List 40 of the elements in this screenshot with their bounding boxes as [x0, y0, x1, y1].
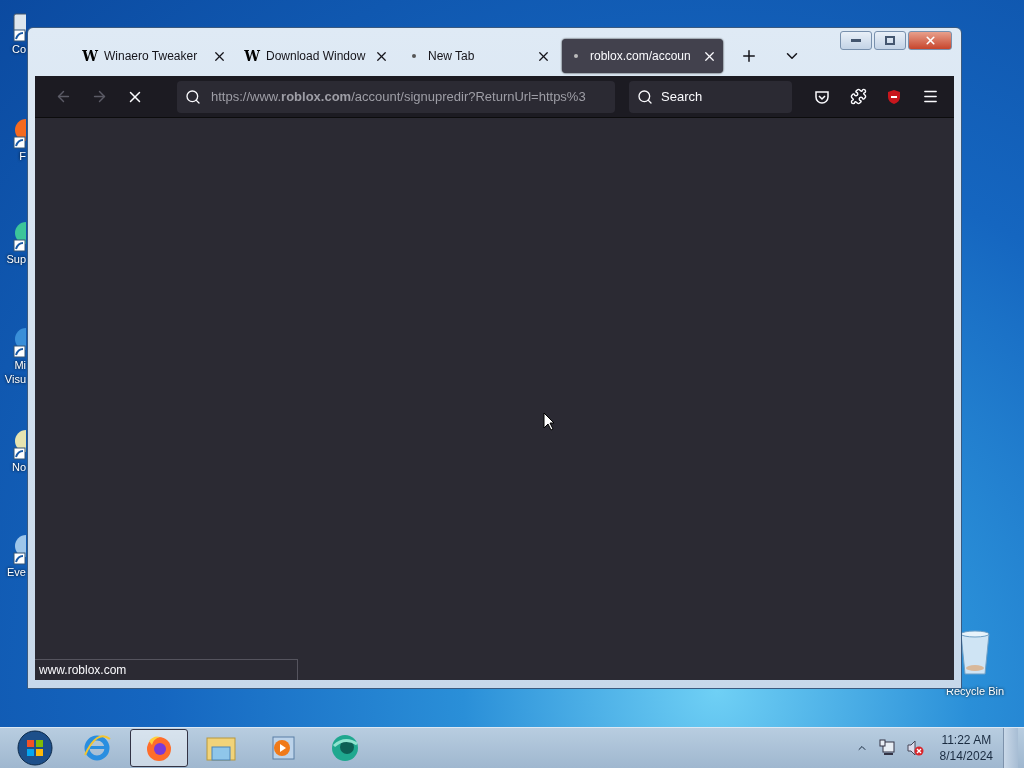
network-icon[interactable]	[877, 739, 896, 757]
close-icon	[923, 34, 937, 47]
tab-title: Winaero Tweaker	[104, 49, 199, 63]
close-button[interactable]	[908, 31, 952, 50]
minimize-icon	[851, 38, 861, 43]
icon-label: Mi	[14, 358, 26, 372]
search-icon	[637, 88, 653, 105]
tab-favicon: W	[244, 48, 260, 64]
search-icon	[185, 88, 201, 105]
taskbar-button[interactable]	[130, 729, 188, 767]
tab-title: New Tab	[428, 49, 476, 63]
address-field[interactable]: https://www.roblox.com/account/signupredir?ReturnUrl=https%3	[177, 80, 615, 113]
tab-title: Download Window	[266, 49, 367, 63]
icon-label: No	[11, 460, 26, 474]
clock-date[interactable]: 8/14/2024	[939, 748, 993, 764]
browser-tab[interactable]: W Download Window	[238, 39, 395, 73]
app-icon[interactable]	[329, 732, 361, 764]
icon-label: F	[19, 149, 26, 163]
minimize-button[interactable]	[840, 31, 872, 50]
icon-label: Visu	[4, 372, 26, 386]
icon-label: Sup	[6, 252, 26, 266]
volume-muted-icon[interactable]	[905, 739, 924, 757]
status-text: www.roblox.com	[35, 659, 298, 680]
maximize-icon	[885, 36, 895, 45]
browser-tab[interactable]: New Tab	[400, 39, 557, 73]
tab-dot-icon	[412, 54, 416, 58]
tab-favicon: W	[82, 48, 98, 64]
tab-title: roblox.com/accoun	[590, 49, 692, 63]
icon-label: Co	[11, 42, 26, 56]
browser-tab[interactable]: W Winaero Tweaker	[76, 39, 233, 73]
browser-tab[interactable]: roblox.com/accoun	[562, 39, 723, 73]
start-button[interactable]	[17, 730, 53, 766]
icon-label: Recycle Bin	[945, 684, 1005, 698]
cursor-icon	[543, 412, 555, 431]
plus-icon	[740, 47, 758, 65]
clock-time[interactable]: 11:22 AM	[941, 732, 992, 748]
tab-dot-icon	[574, 54, 578, 58]
icon-label: Eve	[7, 565, 26, 579]
search-field[interactable]: Search	[629, 80, 792, 113]
maximize-button[interactable]	[874, 31, 906, 50]
